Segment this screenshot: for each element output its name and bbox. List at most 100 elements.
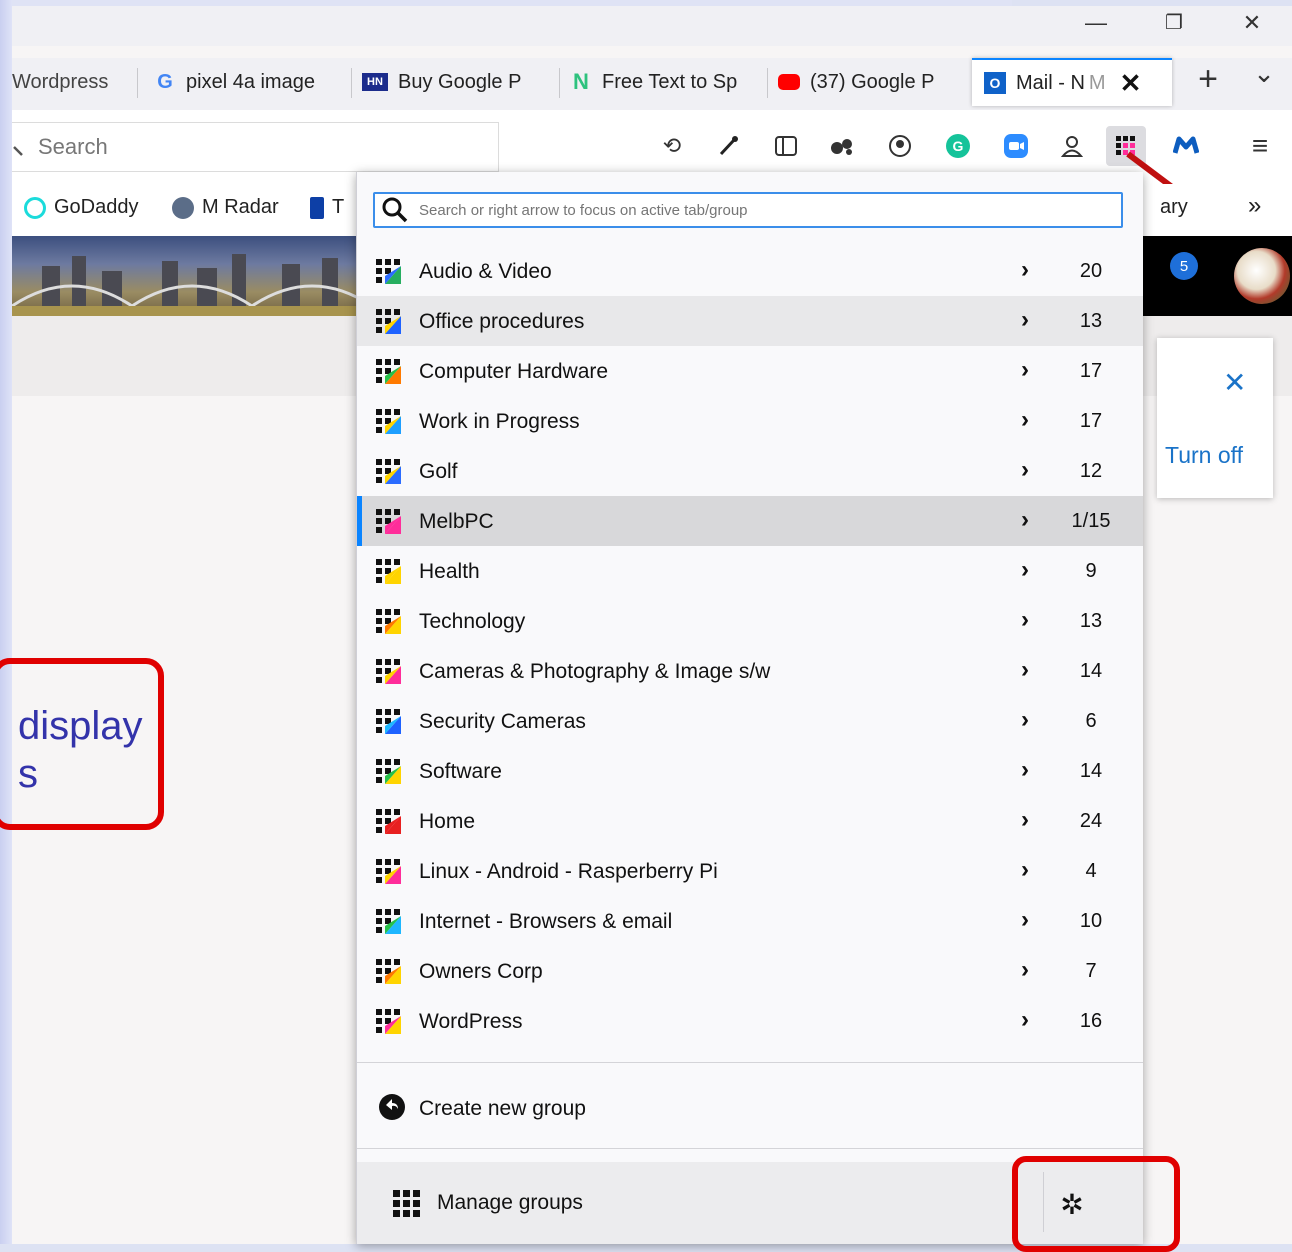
- new-tab-button[interactable]: +: [1188, 60, 1228, 99]
- bookmark-godaddy[interactable]: GoDaddy: [24, 196, 139, 219]
- chevron-right-icon[interactable]: ›: [1021, 356, 1029, 384]
- close-notification-icon[interactable]: ✕: [1223, 366, 1246, 399]
- notification-popup: ✕ Turn off: [1157, 338, 1273, 498]
- eyedropper-icon[interactable]: [710, 128, 746, 164]
- chevron-right-icon[interactable]: ›: [1021, 406, 1029, 434]
- extensions-icon[interactable]: [824, 128, 860, 164]
- group-tab-count: 13: [1079, 310, 1103, 332]
- group-name: Audio & Video: [419, 260, 552, 283]
- create-new-group-button[interactable]: Create new group: [357, 1077, 1143, 1137]
- group-row[interactable]: Computer Hardware › 17: [357, 346, 1143, 396]
- sidebar-icon[interactable]: [768, 128, 804, 164]
- close-window-button[interactable]: ✕: [1232, 10, 1272, 36]
- chevron-right-icon[interactable]: ›: [1021, 656, 1029, 684]
- turn-off-link[interactable]: Turn off: [1165, 442, 1243, 469]
- chevron-right-icon[interactable]: ›: [1021, 556, 1029, 584]
- chevron-right-icon[interactable]: ›: [1021, 856, 1029, 884]
- group-row[interactable]: Home › 24: [357, 796, 1143, 846]
- group-name: Health: [419, 560, 480, 583]
- group-icon: [376, 759, 401, 784]
- search-icon: [13, 146, 23, 156]
- notification-badge[interactable]: 5: [1170, 252, 1198, 280]
- tab-title: Mail - N: [1016, 71, 1085, 94]
- bookmark-library[interactable]: ary: [1160, 196, 1188, 219]
- chevron-right-icon[interactable]: ›: [1021, 506, 1029, 534]
- group-tab-count: 14: [1079, 760, 1103, 782]
- account-icon[interactable]: [882, 128, 918, 164]
- group-tab-count: 13: [1079, 610, 1103, 632]
- bookmark-t[interactable]: T: [310, 196, 344, 219]
- group-tab-count: 24: [1079, 810, 1103, 832]
- tab-wordpress[interactable]: Wordpress: [12, 58, 138, 106]
- group-tab-count: 20: [1079, 260, 1103, 282]
- group-row[interactable]: Golf › 12: [357, 446, 1143, 496]
- group-row[interactable]: MelbPC › 1/15: [357, 496, 1143, 546]
- youtube-icon: [778, 74, 800, 90]
- bookmark-m-radar[interactable]: M Radar: [172, 196, 279, 219]
- group-icon: [376, 659, 401, 684]
- grammarly-icon[interactable]: G: [940, 128, 976, 164]
- group-row[interactable]: WordPress › 16: [357, 996, 1143, 1046]
- group-tab-count: 10: [1079, 910, 1103, 932]
- group-search-box[interactable]: [373, 192, 1123, 228]
- tab-mail[interactable]: O Mail - N M ✕: [972, 58, 1172, 106]
- tab-title: Buy Google P: [398, 70, 522, 93]
- close-tab-icon[interactable]: ✕: [1120, 68, 1142, 99]
- chevron-right-icon[interactable]: ›: [1021, 956, 1029, 984]
- group-row[interactable]: Software › 14: [357, 746, 1143, 796]
- tab-title-fade: M: [1088, 71, 1106, 94]
- group-name: Software: [419, 760, 502, 783]
- group-row[interactable]: Linux - Android - Rasperberry Pi › 4: [357, 846, 1143, 896]
- group-row[interactable]: Technology › 13: [357, 596, 1143, 646]
- group-row[interactable]: Health › 9: [357, 546, 1143, 596]
- group-tab-count: 7: [1085, 960, 1097, 982]
- group-tab-count: 9: [1085, 560, 1097, 582]
- group-icon: [376, 509, 401, 534]
- group-row[interactable]: Internet - Browsers & email › 10: [357, 896, 1143, 946]
- group-row[interactable]: Work in Progress › 17: [357, 396, 1143, 446]
- divider: [357, 1062, 1143, 1063]
- banner-profile-area: 5: [1122, 236, 1292, 316]
- search-bar[interactable]: Search: [12, 122, 499, 172]
- avatar[interactable]: [1234, 248, 1290, 304]
- tab-pixel-4a[interactable]: G pixel 4a image: [146, 58, 352, 106]
- group-name: Golf: [419, 460, 458, 483]
- group-row[interactable]: Owners Corp › 7: [357, 946, 1143, 996]
- chevron-right-icon[interactable]: ›: [1021, 306, 1029, 334]
- godaddy-icon: [24, 196, 46, 219]
- search-icon: [382, 197, 408, 223]
- group-row[interactable]: Security Cameras › 6: [357, 696, 1143, 746]
- chevron-right-icon[interactable]: ›: [1021, 1006, 1029, 1034]
- chevron-right-icon[interactable]: ›: [1021, 906, 1029, 934]
- history-icon[interactable]: ⟲: [654, 128, 690, 164]
- malwarebytes-icon[interactable]: [1168, 128, 1204, 164]
- tab-free-text[interactable]: N Free Text to Sp: [560, 58, 768, 106]
- list-all-tabs-button[interactable]: ⌄: [1244, 58, 1284, 89]
- group-icon: [376, 909, 401, 934]
- group-icon: [376, 359, 401, 384]
- group-search-input[interactable]: [417, 200, 1111, 220]
- group-row[interactable]: Audio & Video › 20: [357, 246, 1143, 296]
- chevron-right-icon[interactable]: ›: [1021, 456, 1029, 484]
- menu-icon[interactable]: ≡: [1242, 128, 1278, 164]
- chevron-right-icon[interactable]: ›: [1021, 706, 1029, 734]
- minimize-button[interactable]: —: [1076, 10, 1116, 36]
- chevron-right-icon[interactable]: ›: [1021, 756, 1029, 784]
- chevron-right-icon[interactable]: ›: [1021, 806, 1029, 834]
- bookmark-label: M Radar: [202, 196, 279, 218]
- group-name: Work in Progress: [419, 410, 580, 433]
- restore-button[interactable]: ❐: [1154, 10, 1194, 35]
- group-row[interactable]: Cameras & Photography & Image s/w › 14: [357, 646, 1143, 696]
- group-tab-count: 12: [1079, 460, 1103, 482]
- person-icon[interactable]: [1054, 128, 1090, 164]
- bookmarks-overflow-button[interactable]: »: [1248, 192, 1261, 220]
- tab-youtube[interactable]: (37) Google P: [768, 58, 976, 106]
- chevron-right-icon[interactable]: ›: [1021, 256, 1029, 284]
- tab-buy-google[interactable]: HN Buy Google P: [352, 58, 560, 106]
- chevron-right-icon[interactable]: ›: [1021, 606, 1029, 634]
- manage-groups-button[interactable]: Manage groups: [391, 1182, 583, 1224]
- group-row[interactable]: Office procedures › 13: [357, 296, 1143, 346]
- bookmark-label: T: [332, 196, 345, 218]
- zoom-icon[interactable]: [998, 128, 1034, 164]
- telstra-icon: [310, 196, 324, 219]
